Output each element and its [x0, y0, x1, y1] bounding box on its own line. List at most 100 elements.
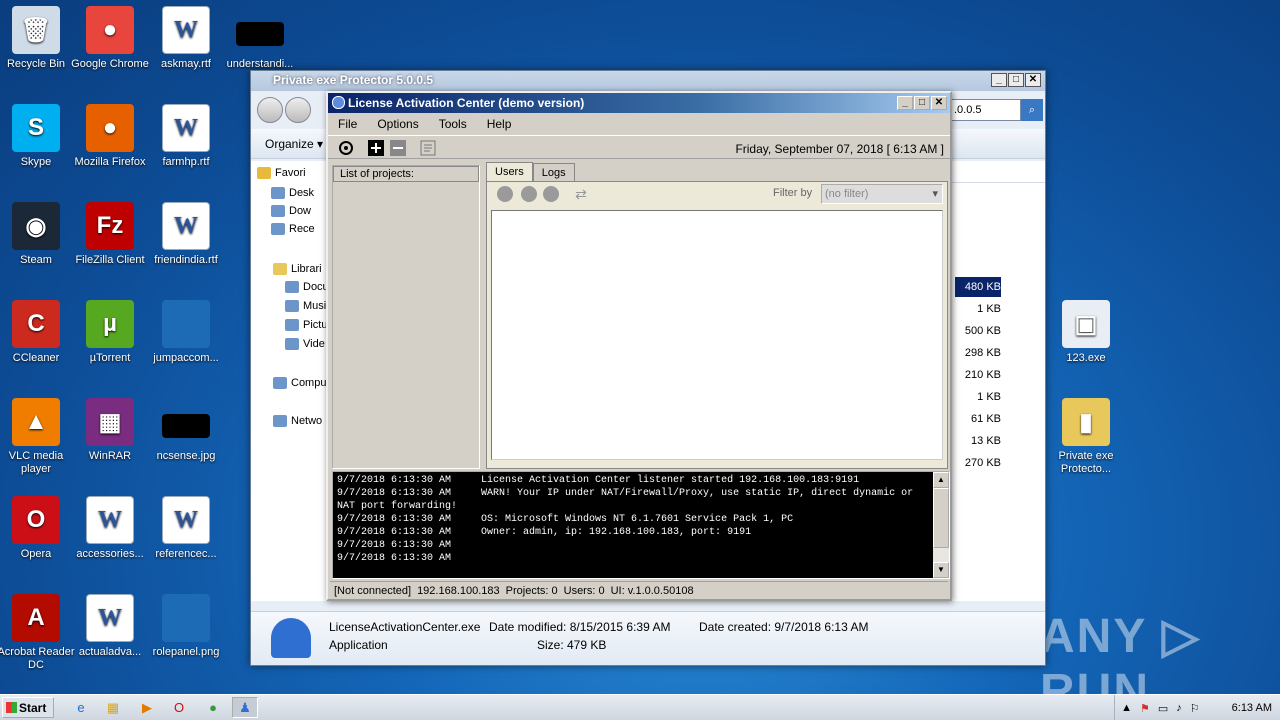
chrome-icon[interactable]: ●	[200, 697, 226, 718]
opera-icon[interactable]: O	[166, 697, 192, 718]
file-row-size[interactable]: 210 KB	[955, 365, 1001, 385]
desktop-icon-1[interactable]: ● Google Chrome	[70, 6, 150, 71]
add-user-icon[interactable]	[497, 186, 513, 202]
search-icon[interactable]: ⌕	[1021, 99, 1043, 121]
explorer-title-bar[interactable]: Private exe Protector 5.0.0.5 _ □ ✕	[251, 71, 1045, 91]
menu-file[interactable]: File	[338, 117, 357, 135]
nav-item-network[interactable]: Netwo	[273, 415, 333, 427]
network-status-icon[interactable]: ▭	[1158, 702, 1168, 715]
desktop-icon-7[interactable]: ◉ Steam	[0, 202, 76, 267]
start-button[interactable]: Start	[2, 697, 54, 718]
refresh-icon[interactable]: ⇄	[573, 186, 589, 202]
desktop-icon-image: ▣	[1062, 300, 1110, 348]
desktop-icon-14[interactable]: ▦ WinRAR	[70, 398, 150, 463]
nav-item-desktop[interactable]: Desk	[271, 187, 331, 199]
desktop-icon-0[interactable]: 🗑 Recycle Bin	[0, 6, 76, 71]
add-project-icon[interactable]	[368, 140, 384, 156]
desktop-icon-2[interactable]: Waskmay.rtf	[146, 6, 226, 71]
file-row-size[interactable]: 270 KB	[955, 453, 1001, 473]
action-center-icon[interactable]: ⚑	[1140, 702, 1150, 715]
file-row-size[interactable]: 13 KB	[955, 431, 1001, 451]
file-row-size[interactable]: 500 KB	[955, 321, 1001, 341]
file-explorer-icon[interactable]: ▦	[100, 697, 126, 718]
nav-item-downloads[interactable]: Dow	[271, 205, 331, 217]
desktop-icon-23[interactable]: ▮ Private exe Protecto...	[1046, 398, 1126, 476]
flag-icon[interactable]: ⚐	[1190, 702, 1200, 715]
organize-button[interactable]: Organize ▾	[265, 137, 323, 151]
internet-explorer-icon[interactable]: e	[68, 697, 94, 718]
scroll-up-icon[interactable]: ▲	[933, 472, 949, 488]
remove-project-icon[interactable]	[390, 140, 406, 156]
user-icon[interactable]	[521, 186, 537, 202]
desktop-icon-13[interactable]: ▲ VLC media player	[0, 398, 76, 476]
desktop-icon-4[interactable]: S Skype	[0, 104, 76, 169]
desktop-icon-image: W	[162, 202, 210, 250]
desktop-icon-22[interactable]: ▣ 123.exe	[1046, 300, 1126, 365]
nav-item-computer[interactable]: Compu	[273, 377, 333, 389]
menu-tools[interactable]: Tools	[439, 117, 467, 135]
scroll-thumb[interactable]	[933, 488, 949, 548]
nav-item-libraries[interactable]: Librari	[273, 263, 333, 275]
scroll-down-icon[interactable]: ▼	[933, 562, 949, 578]
tab-logs[interactable]: Logs	[532, 163, 575, 182]
file-row-size[interactable]: 480 KB	[955, 277, 1001, 297]
desktop-icon-16[interactable]: O Opera	[0, 496, 76, 561]
desktop-icon-17[interactable]: Waccessories...	[70, 496, 150, 561]
file-row-size[interactable]: 61 KB	[955, 409, 1001, 429]
desktop-icon-6[interactable]: Wfarmhp.rtf	[146, 104, 226, 169]
filter-dropdown[interactable]: (no filter)	[821, 184, 943, 204]
desktop-icon-image	[162, 594, 210, 642]
show-hidden-icons-icon[interactable]: ▲	[1121, 702, 1132, 714]
file-list[interactable]: 480 KB 1 KB 500 KB 298 KB 210 KB 1 KB 61 KB 13 …	[951, 161, 1045, 601]
desktop-icon-3[interactable]: understandi...	[220, 6, 300, 71]
remove-user-icon[interactable]	[543, 186, 559, 202]
lac-title-bar[interactable]: License Activation Center (demo version)…	[328, 93, 950, 113]
close-button[interactable]: ✕	[1025, 73, 1041, 87]
connect-icon[interactable]	[338, 140, 354, 156]
close-button[interactable]: ✕	[931, 96, 947, 110]
desktop-icon-image: ▮	[1062, 398, 1110, 446]
menu-help[interactable]: Help	[487, 117, 512, 135]
media-player-icon[interactable]: ▶	[134, 697, 160, 718]
nav-item-recent[interactable]: Rece	[271, 223, 331, 235]
desktop-icon-11[interactable]: µ µTorrent	[70, 300, 150, 365]
maximize-button[interactable]: □	[1008, 73, 1024, 87]
file-row-size[interactable]: 298 KB	[955, 343, 1001, 363]
menu-options[interactable]: Options	[377, 117, 418, 135]
desktop-icon-10[interactable]: C CCleaner	[0, 300, 76, 365]
desktop-icon-21[interactable]: rolepanel.png	[146, 594, 226, 659]
file-row-size[interactable]: 1 KB	[955, 299, 1001, 319]
desktop-icon-5[interactable]: ● Mozilla Firefox	[70, 104, 150, 169]
log-scrollbar[interactable]: ▲ ▼	[933, 472, 949, 578]
license-activation-taskbar-icon[interactable]: ♟	[232, 697, 258, 718]
desktop-icon-8[interactable]: Fz FileZilla Client	[70, 202, 150, 267]
nav-item-favorites[interactable]: Favori	[257, 167, 317, 179]
desktop-icon-image: ●	[86, 6, 134, 54]
desktop-icon-18[interactable]: Wreferencec...	[146, 496, 226, 561]
projects-panel[interactable]: List of projects:	[332, 165, 480, 469]
star-icon	[257, 167, 271, 179]
tab-users[interactable]: Users	[486, 162, 533, 181]
desktop-icon-19[interactable]: A Acrobat Reader DC	[0, 594, 76, 672]
desktop-icon-15[interactable]: ncsense.jpg	[146, 398, 226, 463]
desktop-icon-9[interactable]: Wfriendindia.rtf	[146, 202, 226, 267]
clock[interactable]: 6:13 AM	[1232, 702, 1272, 714]
application-icon	[271, 618, 311, 658]
back-button[interactable]	[257, 97, 283, 123]
properties-icon[interactable]	[420, 140, 436, 156]
filter-label: Filter by	[773, 187, 813, 199]
log-console[interactable]: 9/7/2018 6:13:30 AM License Activation C…	[332, 471, 950, 579]
file-row-size[interactable]: 1 KB	[955, 387, 1001, 407]
desktop-icon-12[interactable]: jumpaccom...	[146, 300, 226, 365]
desktop-icon-image	[236, 22, 284, 46]
address-bar[interactable]: .0.0.5	[951, 99, 1021, 121]
volume-icon[interactable]: ♪	[1176, 702, 1182, 714]
maximize-button[interactable]: □	[914, 96, 930, 110]
users-list[interactable]	[491, 210, 943, 460]
desktop-icon-20[interactable]: Wactualadva...	[70, 594, 150, 659]
minimize-button[interactable]: _	[991, 73, 1007, 87]
forward-button[interactable]	[285, 97, 311, 123]
minimize-button[interactable]: _	[897, 96, 913, 110]
license-activation-center-window[interactable]: License Activation Center (demo version)…	[326, 91, 952, 601]
file-list-header[interactable]	[951, 161, 1045, 183]
